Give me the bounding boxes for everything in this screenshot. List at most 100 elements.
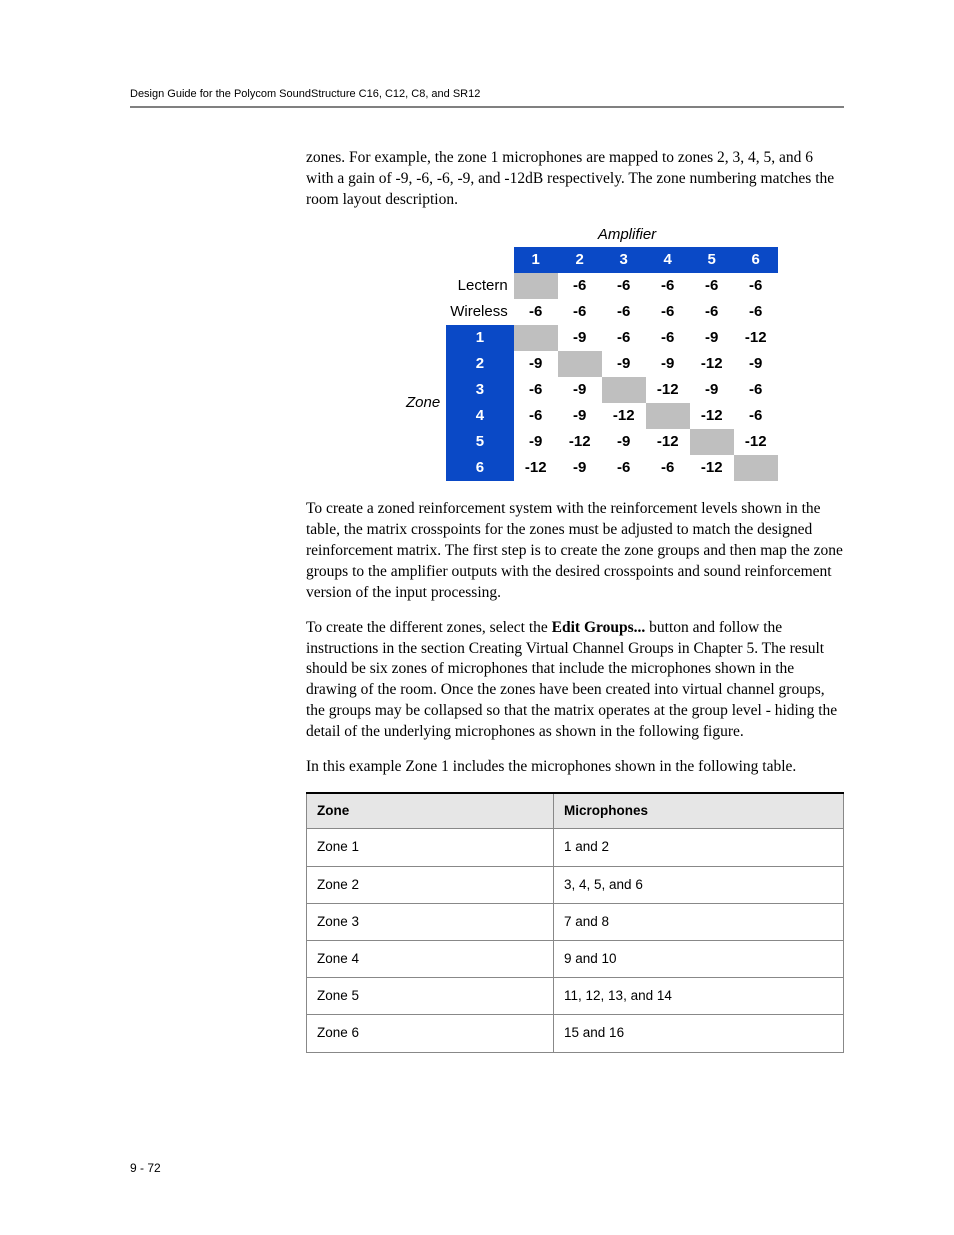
matrix-cell: -9 bbox=[514, 429, 558, 455]
zone-cell: Zone 5 bbox=[307, 978, 554, 1015]
matrix-header-row: 1 2 3 4 5 6 bbox=[402, 247, 778, 273]
table-row: Zone 4 9 and 10 bbox=[307, 940, 844, 977]
matrix-cell: -6 bbox=[734, 377, 778, 403]
matrix-cell: -9 bbox=[690, 377, 734, 403]
matrix-cell: -6 bbox=[558, 273, 602, 299]
edit-groups-label: Edit Groups... bbox=[552, 619, 646, 636]
zone-cell: Zone 6 bbox=[307, 1015, 554, 1052]
row-num-5: 5 bbox=[446, 429, 514, 455]
matrix-cell: -9 bbox=[558, 403, 602, 429]
matrix-cell: -12 bbox=[514, 455, 558, 481]
header-rule bbox=[130, 106, 844, 108]
matrix-cell: -12 bbox=[690, 403, 734, 429]
matrix-cell: -6 bbox=[602, 273, 646, 299]
matrix-cell: -12 bbox=[646, 429, 690, 455]
matrix-cell: -9 bbox=[558, 455, 602, 481]
paragraph-editgroups: To create the different zones, select th… bbox=[306, 618, 844, 744]
matrix-cell: -9 bbox=[602, 351, 646, 377]
table-row: Zone 3 7 and 8 bbox=[307, 903, 844, 940]
page: Design Guide for the Polycom SoundStruct… bbox=[0, 0, 954, 1235]
matrix-cell: -12 bbox=[734, 325, 778, 351]
row-num-2: 2 bbox=[446, 351, 514, 377]
row-num-6: 6 bbox=[446, 455, 514, 481]
matrix-col-1: 1 bbox=[514, 247, 558, 273]
matrix-cell: -9 bbox=[558, 325, 602, 351]
p3-tail: button and follow the instructions in th… bbox=[306, 619, 837, 741]
matrix-row-title: Zone bbox=[402, 325, 446, 481]
matrix-cell bbox=[514, 273, 558, 299]
matrix-cell: -6 bbox=[690, 299, 734, 325]
matrix-cell: -9 bbox=[734, 351, 778, 377]
matrix-cell: -9 bbox=[514, 351, 558, 377]
matrix-cell: -6 bbox=[514, 377, 558, 403]
content-column: zones. For example, the zone 1 microphon… bbox=[306, 148, 844, 1053]
zone-microphone-table: Zone Microphones Zone 1 1 and 2 Zone 2 3… bbox=[306, 792, 844, 1053]
matrix-cell: -12 bbox=[690, 455, 734, 481]
matrix-cell: -6 bbox=[514, 299, 558, 325]
zone-cell: Zone 4 bbox=[307, 940, 554, 977]
matrix-cell: -12 bbox=[646, 377, 690, 403]
matrix-cell: -6 bbox=[558, 299, 602, 325]
col-microphones: Microphones bbox=[554, 793, 844, 829]
reinforcement-matrix: Amplifier 1 2 3 4 5 6 Lectern bbox=[402, 225, 844, 481]
table-row: Zone 1 1 and 2 bbox=[307, 829, 844, 866]
mic-cell: 11, 12, 13, and 14 bbox=[554, 978, 844, 1015]
matrix-cell: -6 bbox=[646, 325, 690, 351]
col-zone: Zone bbox=[307, 793, 554, 829]
matrix-cell: -9 bbox=[690, 325, 734, 351]
matrix-cell: -12 bbox=[734, 429, 778, 455]
matrix-cell bbox=[602, 377, 646, 403]
matrix-cell: -12 bbox=[690, 351, 734, 377]
matrix-cell: -9 bbox=[558, 377, 602, 403]
paragraph-zoned: To create a zoned reinforcement system w… bbox=[306, 499, 844, 604]
paragraph-intro: zones. For example, the zone 1 microphon… bbox=[306, 148, 844, 211]
mic-cell: 3, 4, 5, and 6 bbox=[554, 866, 844, 903]
table-row: Zone 5 11, 12, 13, and 14 bbox=[307, 978, 844, 1015]
matrix-cell: -6 bbox=[690, 273, 734, 299]
mic-cell: 15 and 16 bbox=[554, 1015, 844, 1052]
mic-cell: 9 and 10 bbox=[554, 940, 844, 977]
matrix-cell bbox=[690, 429, 734, 455]
row-num-1: 1 bbox=[446, 325, 514, 351]
zone-cell: Zone 2 bbox=[307, 866, 554, 903]
matrix-col-5: 5 bbox=[690, 247, 734, 273]
matrix-cell bbox=[646, 403, 690, 429]
page-number: 9 - 72 bbox=[130, 1161, 161, 1175]
matrix-row-lectern: Lectern -6 -6 -6 -6 -6 bbox=[402, 273, 778, 299]
matrix-row-zone3: 3 -6 -9 -12 -9 -6 bbox=[402, 377, 778, 403]
p3-lead: To create the different zones, select th… bbox=[306, 619, 552, 636]
matrix-cell: -9 bbox=[602, 429, 646, 455]
matrix-cell: -6 bbox=[734, 273, 778, 299]
matrix-cell: -6 bbox=[602, 299, 646, 325]
table-header-row: Zone Microphones bbox=[307, 793, 844, 829]
matrix-row-wireless: Wireless -6 -6 -6 -6 -6 -6 bbox=[402, 299, 778, 325]
matrix-cell: -6 bbox=[734, 299, 778, 325]
matrix-cell bbox=[514, 325, 558, 351]
matrix-cell bbox=[558, 351, 602, 377]
row-label-lectern: Lectern bbox=[446, 273, 514, 299]
zone-cell: Zone 1 bbox=[307, 829, 554, 866]
matrix-cell: -6 bbox=[734, 403, 778, 429]
matrix-corner bbox=[402, 247, 446, 273]
matrix-row-zone6: 6 -12 -9 -6 -6 -12 bbox=[402, 455, 778, 481]
matrix-cell: -12 bbox=[602, 403, 646, 429]
matrix-cell: -6 bbox=[514, 403, 558, 429]
matrix-cell: -6 bbox=[602, 325, 646, 351]
matrix-col-3: 3 bbox=[602, 247, 646, 273]
matrix-row-zone1: Zone 1 -9 -6 -6 -9 -12 bbox=[402, 325, 778, 351]
matrix-row-zone4: 4 -6 -9 -12 -12 -6 bbox=[402, 403, 778, 429]
matrix-cell: -9 bbox=[646, 351, 690, 377]
matrix-cell: -12 bbox=[558, 429, 602, 455]
matrix-row-zone2: 2 -9 -9 -9 -12 -9 bbox=[402, 351, 778, 377]
matrix-col-title: Amplifier bbox=[492, 225, 762, 245]
matrix-cell bbox=[734, 455, 778, 481]
matrix-col-4: 4 bbox=[646, 247, 690, 273]
zone-cell: Zone 3 bbox=[307, 903, 554, 940]
matrix-row-zone5: 5 -9 -12 -9 -12 -12 bbox=[402, 429, 778, 455]
matrix-col-6: 6 bbox=[734, 247, 778, 273]
mic-cell: 7 and 8 bbox=[554, 903, 844, 940]
matrix-cell: -6 bbox=[602, 455, 646, 481]
paragraph-zone1-lead: In this example Zone 1 includes the micr… bbox=[306, 757, 844, 778]
table-row: Zone 2 3, 4, 5, and 6 bbox=[307, 866, 844, 903]
matrix-cell: -6 bbox=[646, 273, 690, 299]
